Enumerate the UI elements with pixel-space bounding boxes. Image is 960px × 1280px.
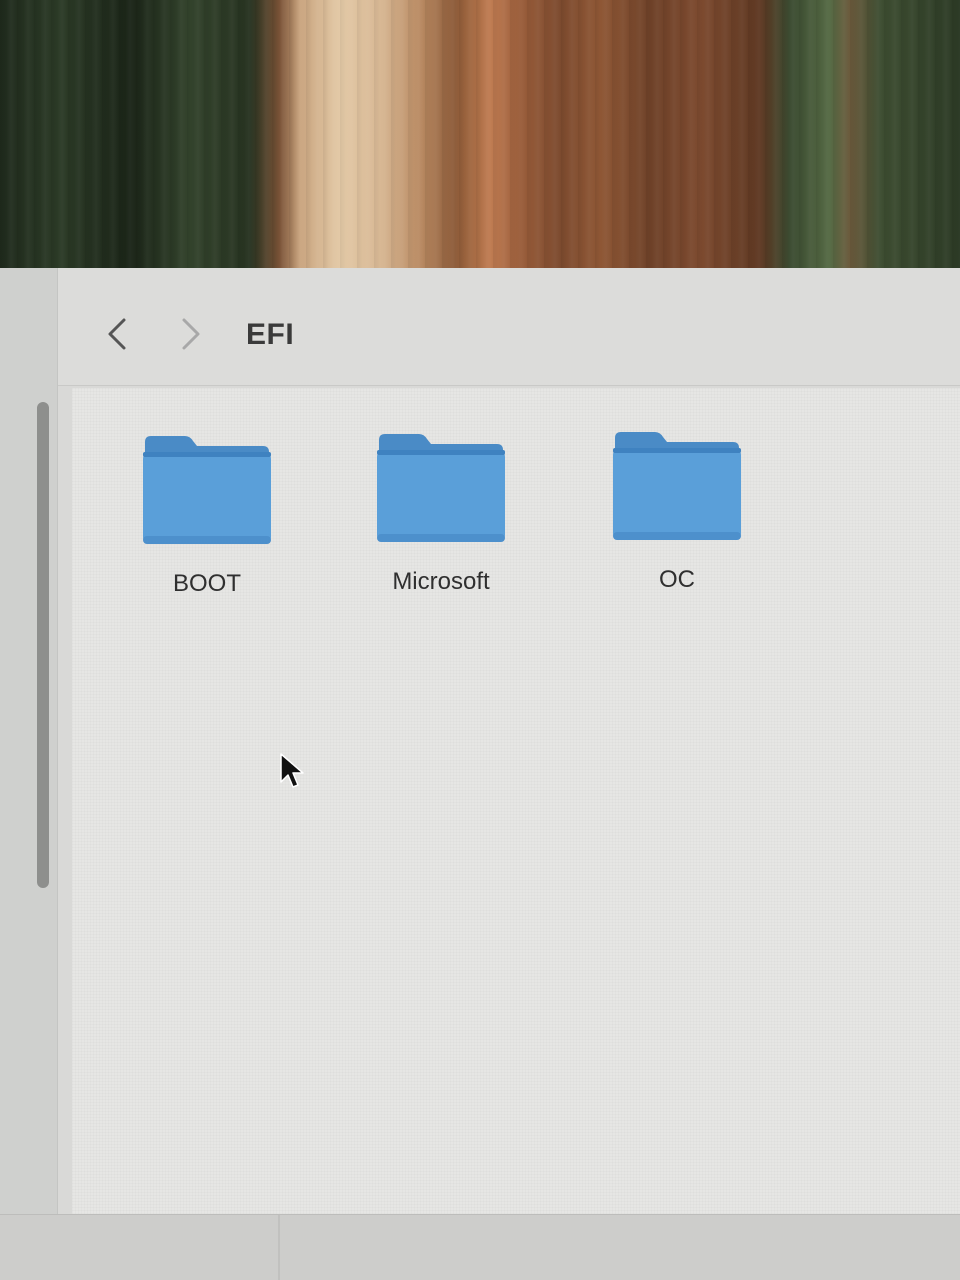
folder-item-boot[interactable]: BOOT xyxy=(122,432,292,612)
back-button[interactable] xyxy=(102,314,132,354)
status-bar xyxy=(0,1214,960,1280)
finder-window: EFI BOOT Microsoft OC xyxy=(0,268,960,1280)
chevron-left-icon xyxy=(108,318,126,350)
desktop-wallpaper xyxy=(0,0,960,300)
folder-item-microsoft[interactable]: Microsoft xyxy=(356,430,526,610)
file-grid[interactable]: BOOT Microsoft OC xyxy=(72,388,960,1214)
folder-label: OC xyxy=(659,566,695,593)
toolbar: EFI xyxy=(58,268,960,386)
chevron-right-icon xyxy=(182,318,200,350)
sidebar-scrollbar[interactable] xyxy=(37,402,49,888)
mouse-pointer-icon xyxy=(280,753,304,788)
forward-button[interactable] xyxy=(176,314,206,354)
folder-item-oc[interactable]: OC xyxy=(592,428,762,608)
sidebar[interactable] xyxy=(0,268,58,1218)
folder-label: Microsoft xyxy=(392,568,490,595)
folder-label: BOOT xyxy=(172,570,241,597)
folder-icon xyxy=(377,434,505,542)
folder-icon xyxy=(613,432,741,540)
folder-icon xyxy=(143,436,271,544)
status-bar-divider xyxy=(278,1215,280,1280)
window-title: EFI xyxy=(246,318,295,351)
